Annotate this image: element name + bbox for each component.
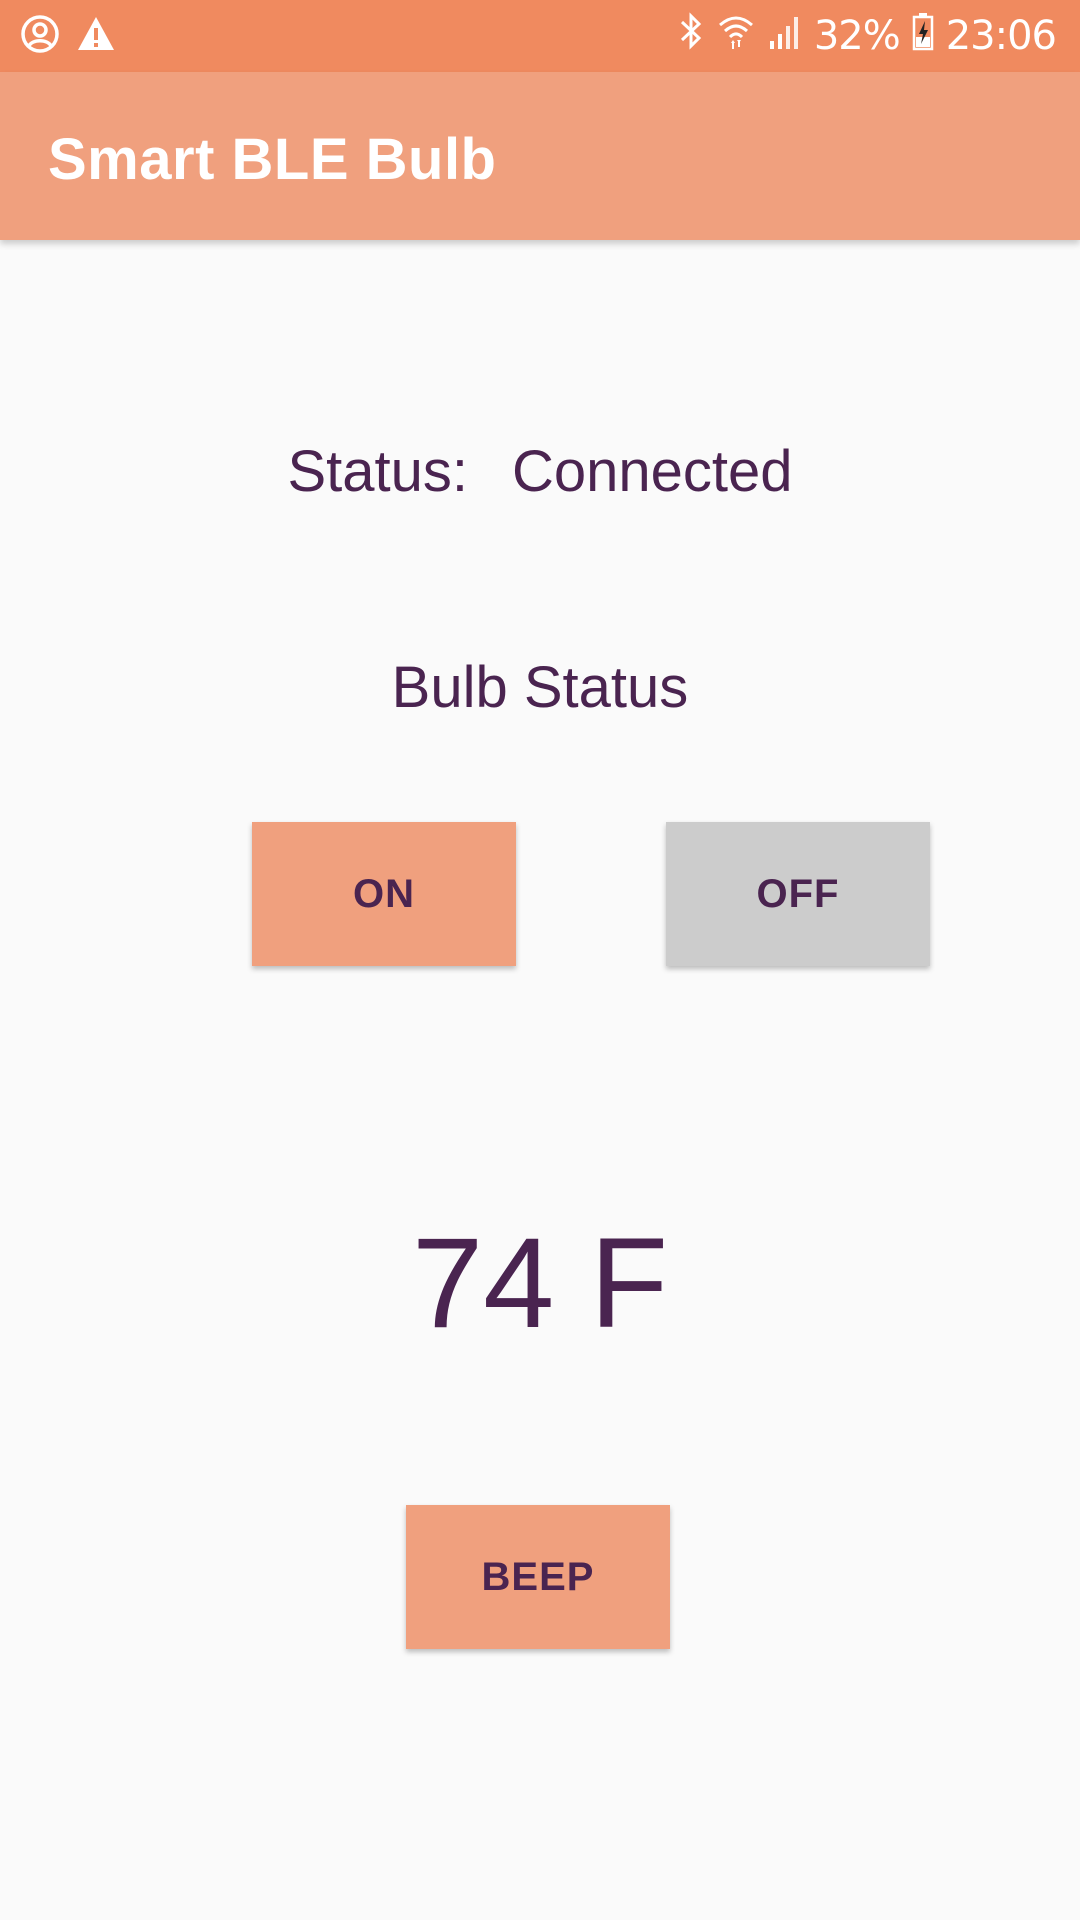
beep-button[interactable]: BEEP <box>406 1505 670 1649</box>
status-bar-left <box>20 14 116 58</box>
clock: 23:06 <box>945 13 1057 59</box>
warning-icon <box>76 14 116 59</box>
temperature-readout: 74 F <box>411 1212 669 1355</box>
status-bar: 32% 23:06 <box>0 0 1080 72</box>
status-bar-right: 32% 23:06 <box>678 10 1057 62</box>
wifi-icon <box>716 11 756 61</box>
app-title: Smart BLE Bulb <box>48 127 497 192</box>
signal-icon <box>768 11 802 61</box>
battery-percent: 32% <box>813 13 901 59</box>
connection-status-value: Connected <box>512 439 793 504</box>
app-bar: Smart BLE Bulb <box>0 72 1080 240</box>
connection-status: Status: Connected <box>0 438 1080 505</box>
connection-status-label: Status: <box>287 439 468 504</box>
bluetooth-icon <box>678 11 704 61</box>
bulb-off-button[interactable]: OFF <box>666 822 930 966</box>
bulb-on-button[interactable]: ON <box>252 822 516 966</box>
account-circle-icon <box>20 14 60 59</box>
bulb-status-label: Bulb Status <box>391 655 689 720</box>
battery-charging-icon <box>912 11 934 61</box>
